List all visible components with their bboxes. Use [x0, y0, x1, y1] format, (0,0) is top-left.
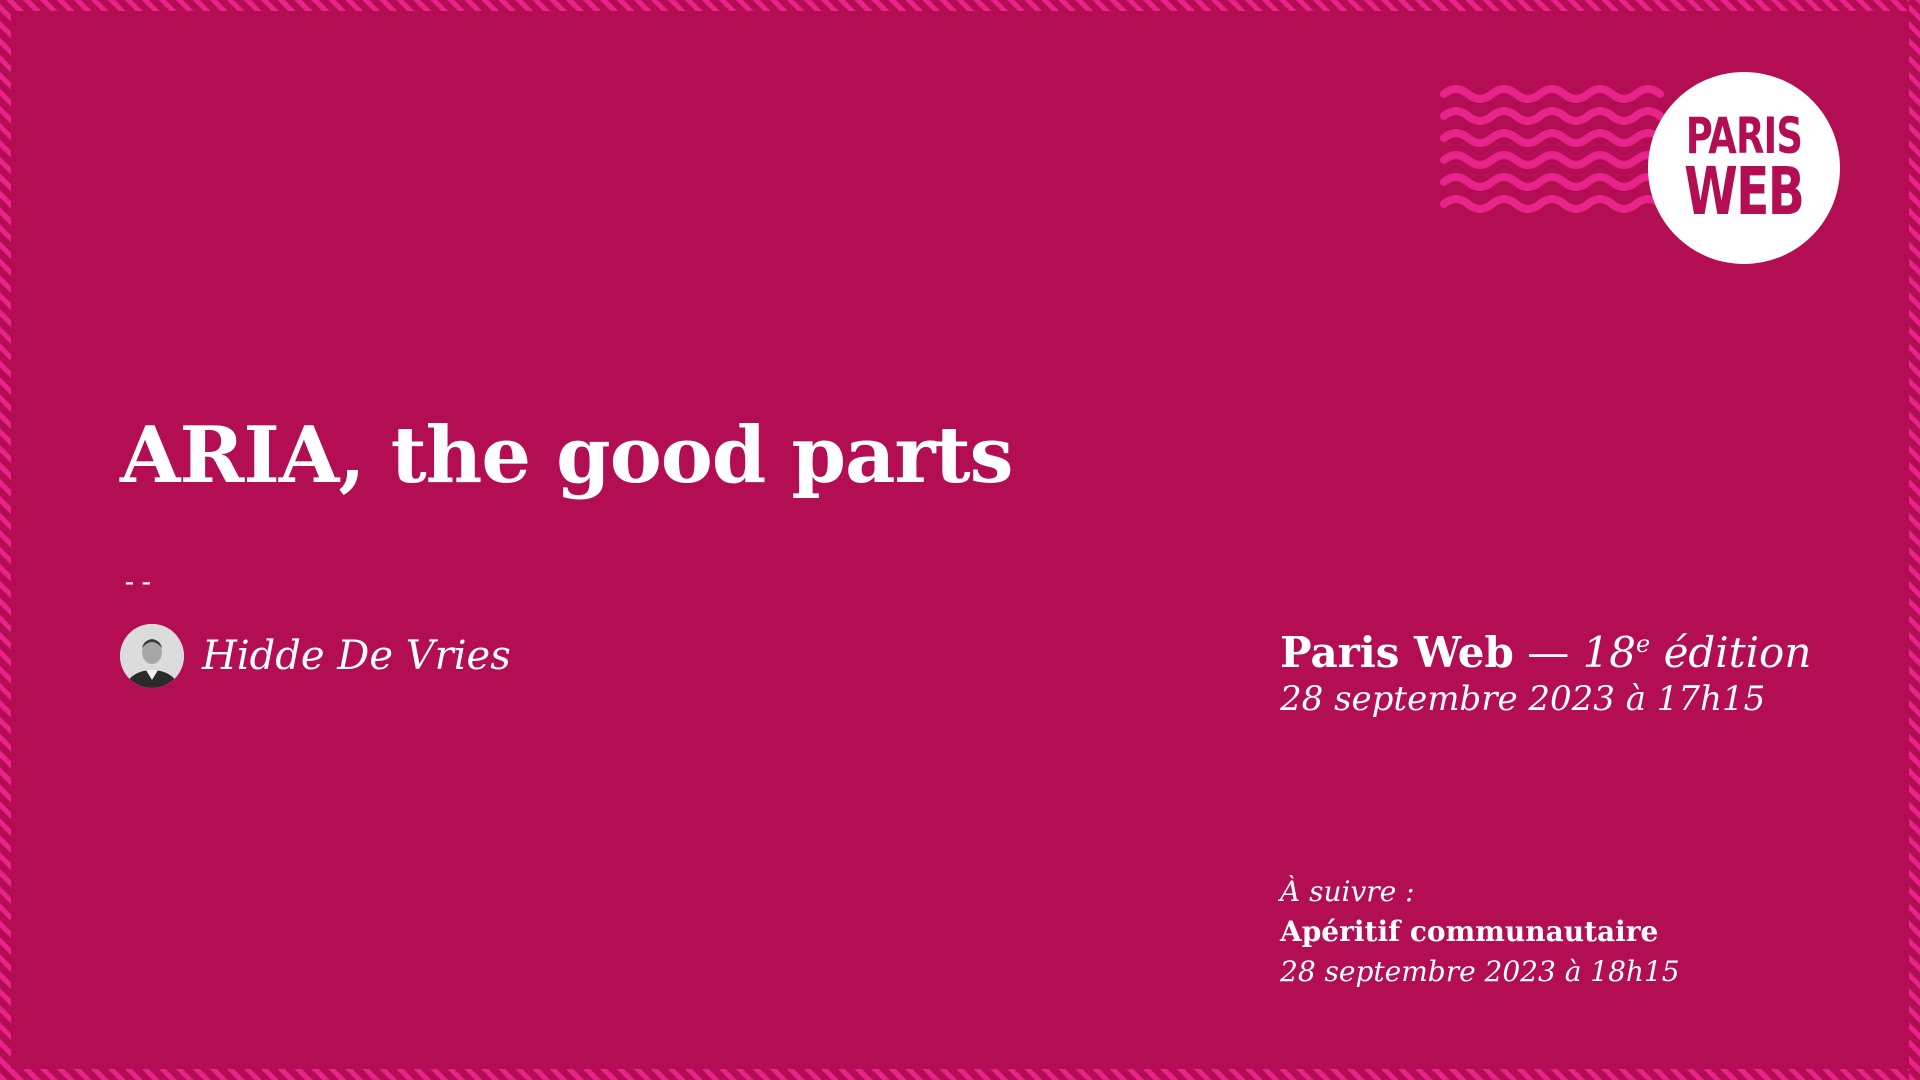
logo-line-web: WEB — [1684, 153, 1805, 230]
border-bottom — [0, 1069, 1920, 1080]
speaker-photo-icon — [120, 624, 184, 688]
avatar — [120, 624, 184, 688]
separator: -- — [121, 565, 155, 598]
speaker-name: Hidde De Vries — [202, 633, 511, 679]
speaker: Hidde De Vries — [120, 624, 511, 688]
next-session: À suivre : Apéritif communautaire 28 sep… — [1280, 872, 1680, 992]
next-title: Apéritif communautaire — [1280, 915, 1659, 948]
event-date: 28 septembre 2023 à 17h15 — [1280, 679, 1766, 719]
event-name: Paris Web — [1280, 628, 1514, 677]
border-top — [0, 0, 1920, 11]
event-dash: — — [1513, 628, 1583, 677]
event-edition: 18e édition — [1583, 628, 1812, 677]
slide: PARIS WEB ARIA, the good parts -- Hidde … — [0, 0, 1920, 1080]
event-heading: Paris Web — 18e édition — [1280, 618, 1811, 679]
waves-decoration — [1440, 85, 1664, 213]
talk-title: ARIA, the good parts — [120, 410, 1014, 501]
next-label: À suivre : — [1280, 875, 1415, 908]
next-date: 28 septembre 2023 à 18h15 — [1280, 955, 1680, 988]
edition-word: édition — [1650, 628, 1812, 677]
edition-number: 18 — [1582, 628, 1637, 677]
paris-web-logo: PARIS WEB — [1648, 72, 1840, 264]
event-info: Paris Web — 18e édition 28 septembre 202… — [1280, 618, 1811, 719]
edition-superscript: e — [1636, 630, 1651, 658]
border-left — [0, 0, 11, 1080]
border-right — [1909, 0, 1920, 1080]
